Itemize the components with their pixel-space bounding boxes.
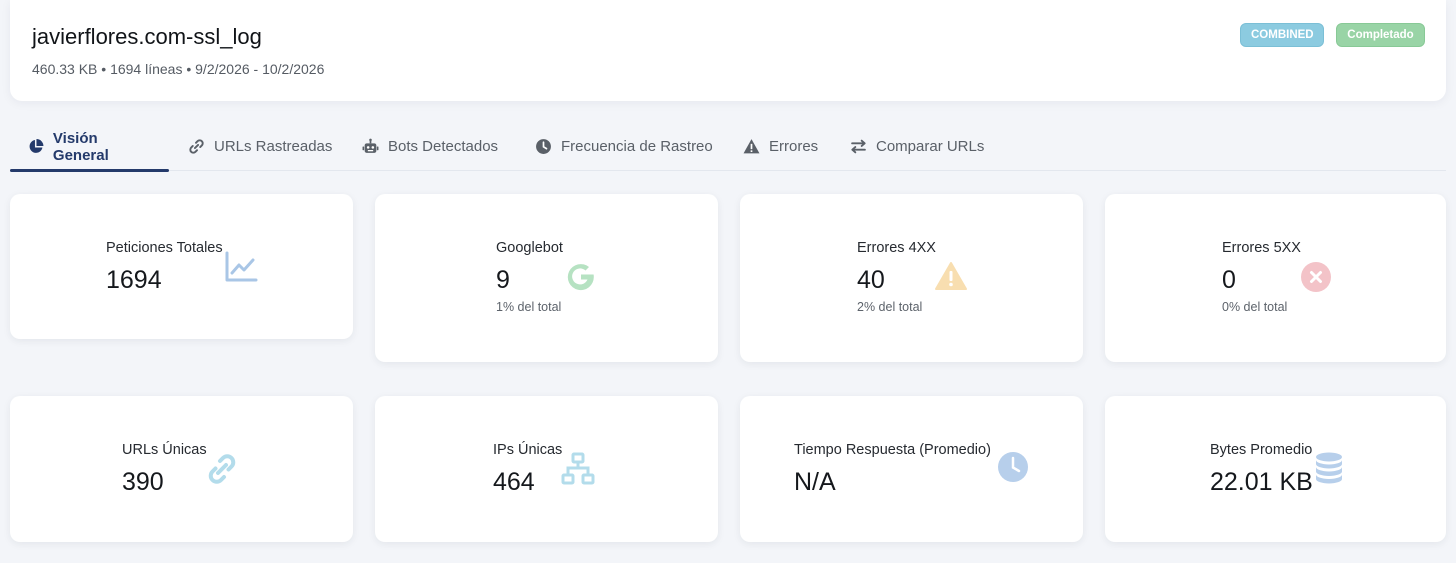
tab-urls-rastreadas[interactable]: URLs Rastreadas	[188, 122, 332, 171]
pie-chart-icon	[29, 139, 44, 153]
stat-sub: 0% del total	[1222, 300, 1288, 314]
network-icon	[561, 452, 595, 485]
stat-label: Tiempo Respuesta (Promedio)	[794, 442, 991, 458]
status-badge: Completado	[1336, 23, 1425, 47]
stat-label: Errores 5XX	[1222, 240, 1301, 256]
stat-sub: 2% del total	[857, 300, 923, 314]
stat-card-response-time: Tiempo Respuesta (Promedio) N/A	[740, 396, 1083, 542]
stat-label: Bytes Promedio	[1210, 442, 1313, 458]
tab-label: Bots Detectados	[388, 138, 499, 155]
google-icon	[567, 264, 594, 291]
tab-frecuencia-rastreo[interactable]: Frecuencia de Rastreo	[535, 122, 713, 171]
tab-bar: Visión General URLs Rastreadas Bots Dete…	[10, 122, 1446, 172]
stat-value: 464	[493, 468, 535, 496]
clock-icon	[536, 139, 551, 154]
tab-label: Frecuencia de Rastreo	[561, 138, 713, 155]
stat-card-errors-4xx: Errores 4XX 40 2% del total	[740, 194, 1083, 362]
tab-errores[interactable]: Errores	[743, 122, 818, 171]
log-header-card: javierflores.com-ssl_log 460.33 KB • 169…	[10, 0, 1446, 101]
tab-label: Errores	[769, 138, 819, 155]
stat-label: Googlebot	[496, 240, 563, 256]
stat-label: IPs Únicas	[493, 442, 563, 458]
tab-bots-detectados[interactable]: Bots Detectados	[362, 122, 498, 171]
line-chart-icon	[225, 251, 258, 282]
log-meta: 460.33 KB • 1694 líneas • 9/2/2026 - 10/…	[32, 61, 325, 77]
stat-card-avg-bytes: Bytes Promedio 22.01 KB	[1105, 396, 1446, 542]
stat-label: Errores 4XX	[857, 240, 936, 256]
stat-sub: 1% del total	[496, 300, 562, 314]
tab-label: URLs Rastreadas	[214, 138, 333, 155]
stat-card-total-requests: Peticiones Totales 1694	[10, 194, 353, 339]
stat-value: 22.01 KB	[1210, 468, 1313, 496]
stat-value: 1694	[106, 266, 162, 294]
tab-vision-general[interactable]: Visión General	[10, 122, 169, 172]
tab-label: Visión General	[52, 129, 109, 164]
stat-label: Peticiones Totales	[106, 240, 223, 256]
warning-icon	[935, 262, 967, 290]
stat-card-errors-5xx: Errores 5XX 0 0% del total	[1105, 194, 1446, 362]
clock-icon	[998, 452, 1028, 482]
link-icon	[208, 454, 236, 484]
stat-value: 0	[1222, 266, 1236, 294]
stat-label: URLs Únicas	[122, 442, 207, 458]
log-title: javierflores.com-ssl_log	[32, 24, 262, 49]
stat-value: 40	[857, 266, 885, 294]
stat-value: 9	[496, 266, 510, 294]
format-badge: COMBINED	[1240, 23, 1324, 47]
exchange-icon	[851, 139, 866, 154]
link-icon	[189, 139, 204, 154]
stat-value: N/A	[794, 468, 836, 496]
stat-card-unique-ips: IPs Únicas 464	[375, 396, 718, 542]
robot-icon	[362, 138, 379, 153]
times-circle-icon	[1301, 262, 1331, 292]
warning-icon	[743, 139, 760, 154]
tab-comparar-urls[interactable]: Comparar URLs	[850, 122, 984, 171]
stat-card-googlebot: Googlebot 9 1% del total	[375, 194, 718, 362]
stat-card-unique-urls: URLs Únicas 390	[10, 396, 353, 542]
tab-label: Comparar URLs	[876, 138, 985, 155]
database-icon	[1316, 452, 1342, 484]
stat-value: 390	[122, 468, 164, 496]
